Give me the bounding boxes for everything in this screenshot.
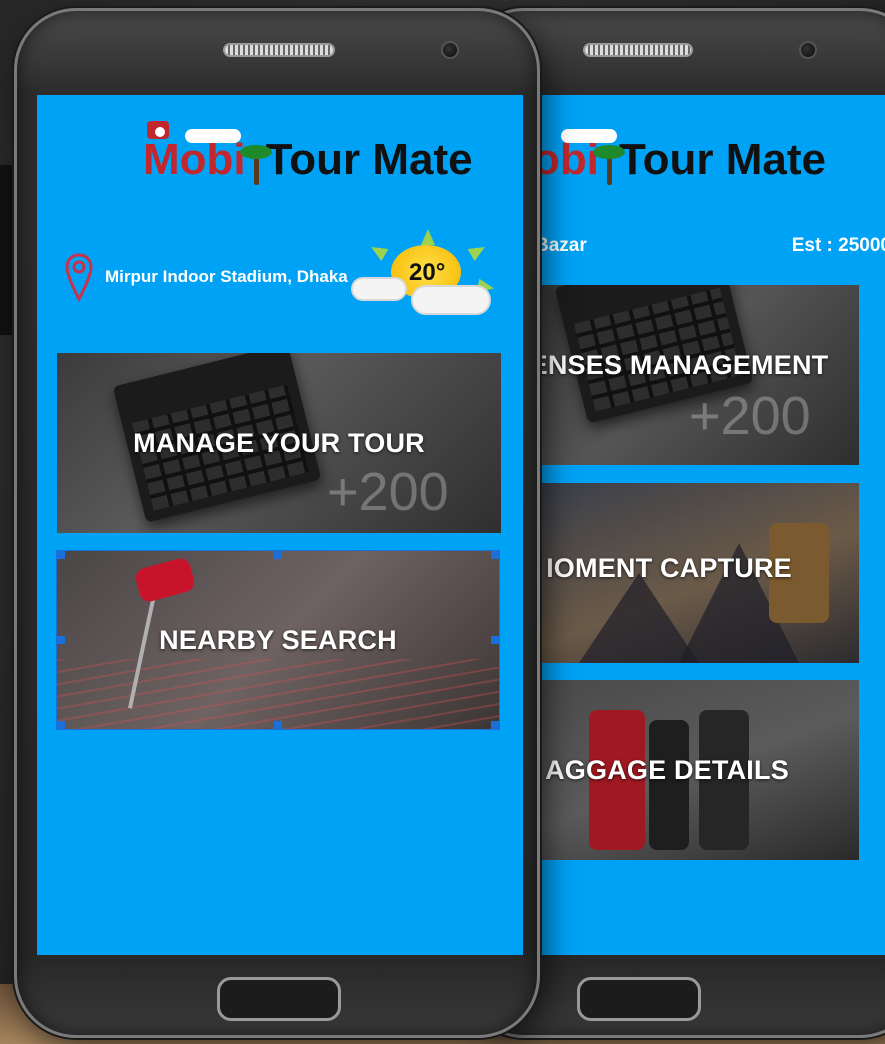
moment-capture-label: IOMENT CAPTURE — [546, 552, 792, 583]
background-frame — [0, 165, 14, 335]
nearby-search-label: NEARBY SEARCH — [159, 624, 397, 655]
location-estimate-row: Bazar Est : 25000 — [539, 231, 885, 261]
cloud-icon — [411, 285, 491, 315]
cloud-icon — [351, 277, 407, 301]
nearby-search-card[interactable]: NEARBY SEARCH — [56, 550, 500, 730]
selection-handle[interactable] — [491, 721, 499, 729]
selection-handle[interactable] — [274, 721, 282, 729]
weather-widget: 20° — [351, 229, 501, 323]
speaker-grille — [583, 43, 693, 57]
manage-your-tour-label: MANAGE YOUR TOUR — [133, 427, 425, 458]
selection-handle[interactable] — [491, 636, 499, 644]
manage-your-tour-card[interactable]: +200 MANAGE YOUR TOUR — [57, 353, 501, 533]
home-button[interactable] — [577, 977, 701, 1021]
sun-ray — [467, 240, 489, 262]
selection-handle[interactable] — [57, 721, 65, 729]
selection-handle[interactable] — [57, 551, 65, 559]
location-pin-icon — [65, 253, 93, 303]
location-row: Mirpur Indoor Stadium, Dhaka 20° — [61, 229, 501, 315]
logo-tour-mate-text: Tour Mate — [618, 135, 826, 184]
logo-tour-mate-text: Tour Mate — [265, 135, 473, 184]
expenses-management-card[interactable]: +200 ENSES MANAGEMENT — [539, 285, 859, 465]
front-camera — [799, 41, 817, 59]
app-logo: obi Tour Mate — [539, 129, 826, 185]
selection-handle[interactable] — [274, 551, 282, 559]
palm-tree-icon — [592, 145, 625, 185]
luggage-details-card[interactable]: AGGAGE DETAILS — [539, 680, 859, 860]
expenses-management-label: ENSES MANAGEMENT — [539, 349, 829, 380]
left-screen: Mobi Tour Mate Mirpur Indoor Stadium, Dha… — [37, 95, 523, 955]
moment-capture-card[interactable]: IOMENT CAPTURE — [539, 483, 859, 663]
logo-cloud-icon — [185, 129, 241, 143]
app-logo: Mobi Tour Mate — [143, 121, 473, 185]
temperature-text: 20° — [409, 259, 446, 286]
speaker-grille — [223, 43, 335, 57]
luggage-details-label: AGGAGE DETAILS — [545, 754, 789, 785]
selection-handle[interactable] — [491, 551, 499, 559]
location-text: Mirpur Indoor Stadium, Dhaka — [105, 267, 348, 286]
sun-ray — [367, 240, 389, 262]
pushpin-icon — [133, 556, 197, 604]
right-screen: obi Tour Mate Bazar Est : 25000 +200 ENSE… — [539, 95, 885, 955]
palm-tree-icon — [239, 145, 272, 185]
sun-ray — [421, 229, 435, 245]
selection-handle[interactable] — [57, 636, 65, 644]
front-camera — [441, 41, 459, 59]
phone-left: Mobi Tour Mate Mirpur Indoor Stadium, Dha… — [14, 8, 540, 1038]
card-overlay-number: +200 — [689, 386, 811, 446]
logo-cloud-icon — [561, 129, 617, 143]
estimate-text: Est : 25000 — [791, 235, 885, 256]
map-image — [57, 659, 499, 729]
home-button[interactable] — [217, 977, 341, 1021]
card-overlay-number: +200 — [327, 462, 449, 522]
location-partial-text: Bazar — [539, 235, 587, 256]
camera-icon — [147, 121, 169, 139]
